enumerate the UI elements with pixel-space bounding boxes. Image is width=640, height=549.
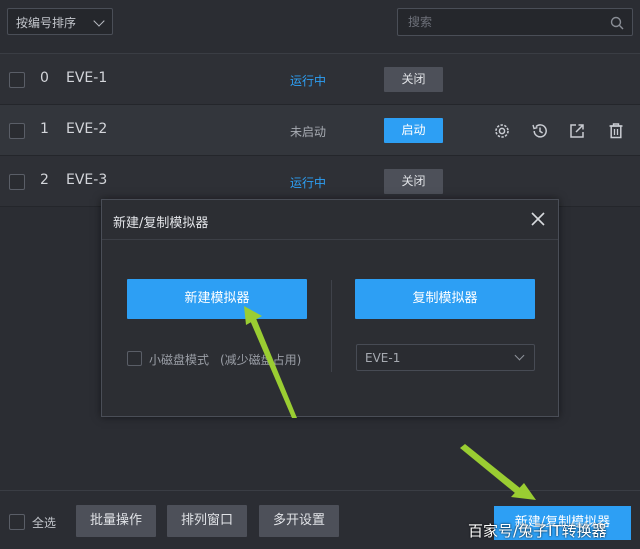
row-index: 1 bbox=[40, 121, 49, 137]
search-box bbox=[397, 8, 633, 36]
row-index: 2 bbox=[40, 172, 49, 188]
new-emulator-button[interactable]: 新建模拟器 bbox=[127, 279, 307, 319]
close-instance-button[interactable]: 关闭 bbox=[384, 169, 443, 194]
search-icon[interactable] bbox=[610, 15, 624, 34]
small-disk-checkbox[interactable] bbox=[127, 351, 142, 366]
close-icon[interactable] bbox=[530, 211, 546, 227]
select-all-checkbox[interactable] bbox=[9, 514, 25, 530]
multi-instance-settings-button[interactable]: 多开设置 bbox=[259, 505, 339, 537]
row-checkbox[interactable] bbox=[9, 72, 25, 88]
search-input[interactable] bbox=[398, 9, 598, 35]
copy-source-dropdown[interactable]: EVE-1 bbox=[356, 344, 535, 371]
small-disk-note: (减少磁盘占用) bbox=[220, 353, 302, 367]
settings-gear-icon[interactable] bbox=[493, 122, 511, 140]
sort-label: 按编号排序 bbox=[16, 16, 77, 30]
status-text: 运行中 bbox=[290, 176, 327, 190]
table-row[interactable]: 1 EVE-2 未启动 启动 bbox=[0, 105, 640, 156]
watermark-text: 百家号/兔子IT转换器 bbox=[468, 522, 607, 540]
instance-name: EVE-1 bbox=[66, 70, 108, 86]
arrow-shaft-2 bbox=[460, 444, 520, 493]
history-icon[interactable] bbox=[531, 122, 549, 140]
row-checkbox[interactable] bbox=[9, 174, 25, 190]
top-toolbar: 按编号排序 bbox=[0, 0, 640, 54]
sort-dropdown[interactable]: 按编号排序 bbox=[7, 8, 113, 35]
close-instance-button[interactable]: 关闭 bbox=[384, 67, 443, 92]
row-checkbox[interactable] bbox=[9, 123, 25, 139]
instance-name: EVE-3 bbox=[66, 172, 108, 188]
arrange-windows-button[interactable]: 排列窗口 bbox=[167, 505, 247, 537]
copy-emulator-button[interactable]: 复制模拟器 bbox=[355, 279, 535, 319]
chevron-down-icon bbox=[514, 350, 525, 361]
open-external-icon[interactable] bbox=[568, 122, 586, 140]
select-all-label: 全选 bbox=[32, 516, 57, 530]
copy-source-value: EVE-1 bbox=[365, 351, 401, 365]
instance-name: EVE-2 bbox=[66, 121, 108, 137]
dialog-title: 新建/复制模拟器 bbox=[113, 216, 209, 231]
table-row[interactable]: 0 EVE-1 运行中 关闭 bbox=[0, 54, 640, 105]
dialog-divider bbox=[331, 280, 332, 372]
status-text: 未启动 bbox=[290, 125, 327, 139]
start-instance-button[interactable]: 启动 bbox=[384, 118, 443, 143]
status-text: 运行中 bbox=[290, 74, 327, 88]
row-index: 0 bbox=[40, 70, 49, 86]
batch-operations-button[interactable]: 批量操作 bbox=[76, 505, 156, 537]
new-copy-dialog: 新建/复制模拟器 新建模拟器 复制模拟器 小磁盘模式 (减少磁盘占用) EVE-… bbox=[101, 199, 559, 417]
dialog-header: 新建/复制模拟器 bbox=[102, 200, 558, 240]
trash-icon[interactable] bbox=[607, 122, 625, 140]
small-disk-label: 小磁盘模式 bbox=[149, 353, 210, 367]
chevron-down-icon bbox=[93, 15, 105, 27]
